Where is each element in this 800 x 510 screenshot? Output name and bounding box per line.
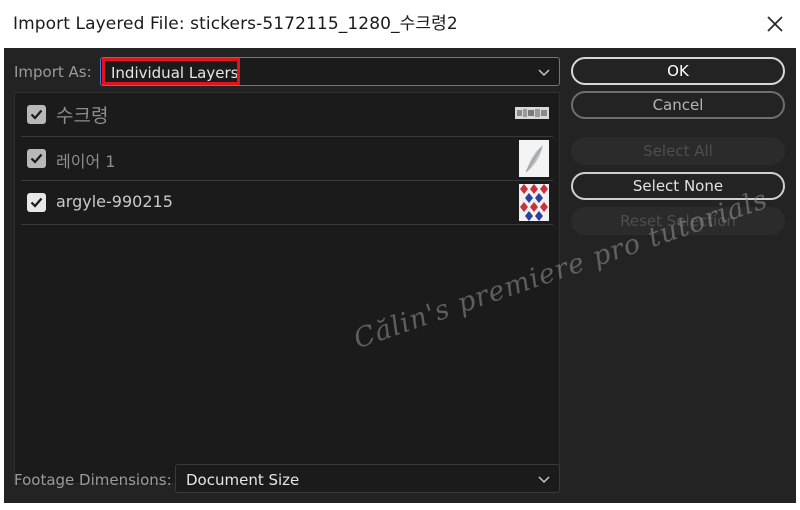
feather-thumbnail-icon [519, 140, 549, 177]
window-title: Import Layered File: stickers-5172115_12… [13, 14, 458, 34]
checkmark-icon [30, 109, 43, 120]
footage-dimensions-value: Document Size [186, 471, 300, 489]
import-as-dropdown[interactable]: Individual Layers [100, 57, 560, 86]
footage-dimensions-dropdown[interactable]: Document Size [175, 464, 560, 493]
cancel-button[interactable]: Cancel [571, 91, 785, 119]
title-bar: Import Layered File: stickers-5172115_12… [0, 0, 800, 48]
select-all-button[interactable]: Select All [571, 137, 785, 165]
argyle-thumbnail-icon [519, 184, 549, 221]
text-thumbnail-icon [515, 107, 549, 119]
layer-row[interactable]: argyle-990215 [21, 181, 553, 225]
footage-dimensions-label: Footage Dimensions: [14, 471, 172, 489]
chevron-down-icon [538, 69, 550, 77]
close-icon[interactable] [762, 11, 788, 37]
import-as-value: Individual Layers [111, 64, 239, 82]
import-as-label: Import As: [14, 63, 92, 81]
checkmark-icon [30, 197, 43, 208]
layer-checkbox[interactable] [27, 105, 46, 124]
layer-checkbox[interactable] [27, 149, 46, 168]
ok-button[interactable]: OK [571, 57, 785, 85]
layer-name: 수크령 [56, 105, 109, 127]
layer-checkbox[interactable] [27, 193, 46, 212]
checkmark-icon [30, 153, 43, 164]
layer-row[interactable]: 레이어 1 [21, 137, 553, 181]
chevron-down-icon [538, 476, 550, 484]
dialog-body: Import As: Individual Layers 수크령 레이어 1 a… [4, 48, 796, 503]
layer-name: 레이어 1 [56, 152, 116, 171]
layer-name: argyle-990215 [56, 192, 173, 211]
layer-row[interactable]: 수크령 [21, 93, 553, 137]
